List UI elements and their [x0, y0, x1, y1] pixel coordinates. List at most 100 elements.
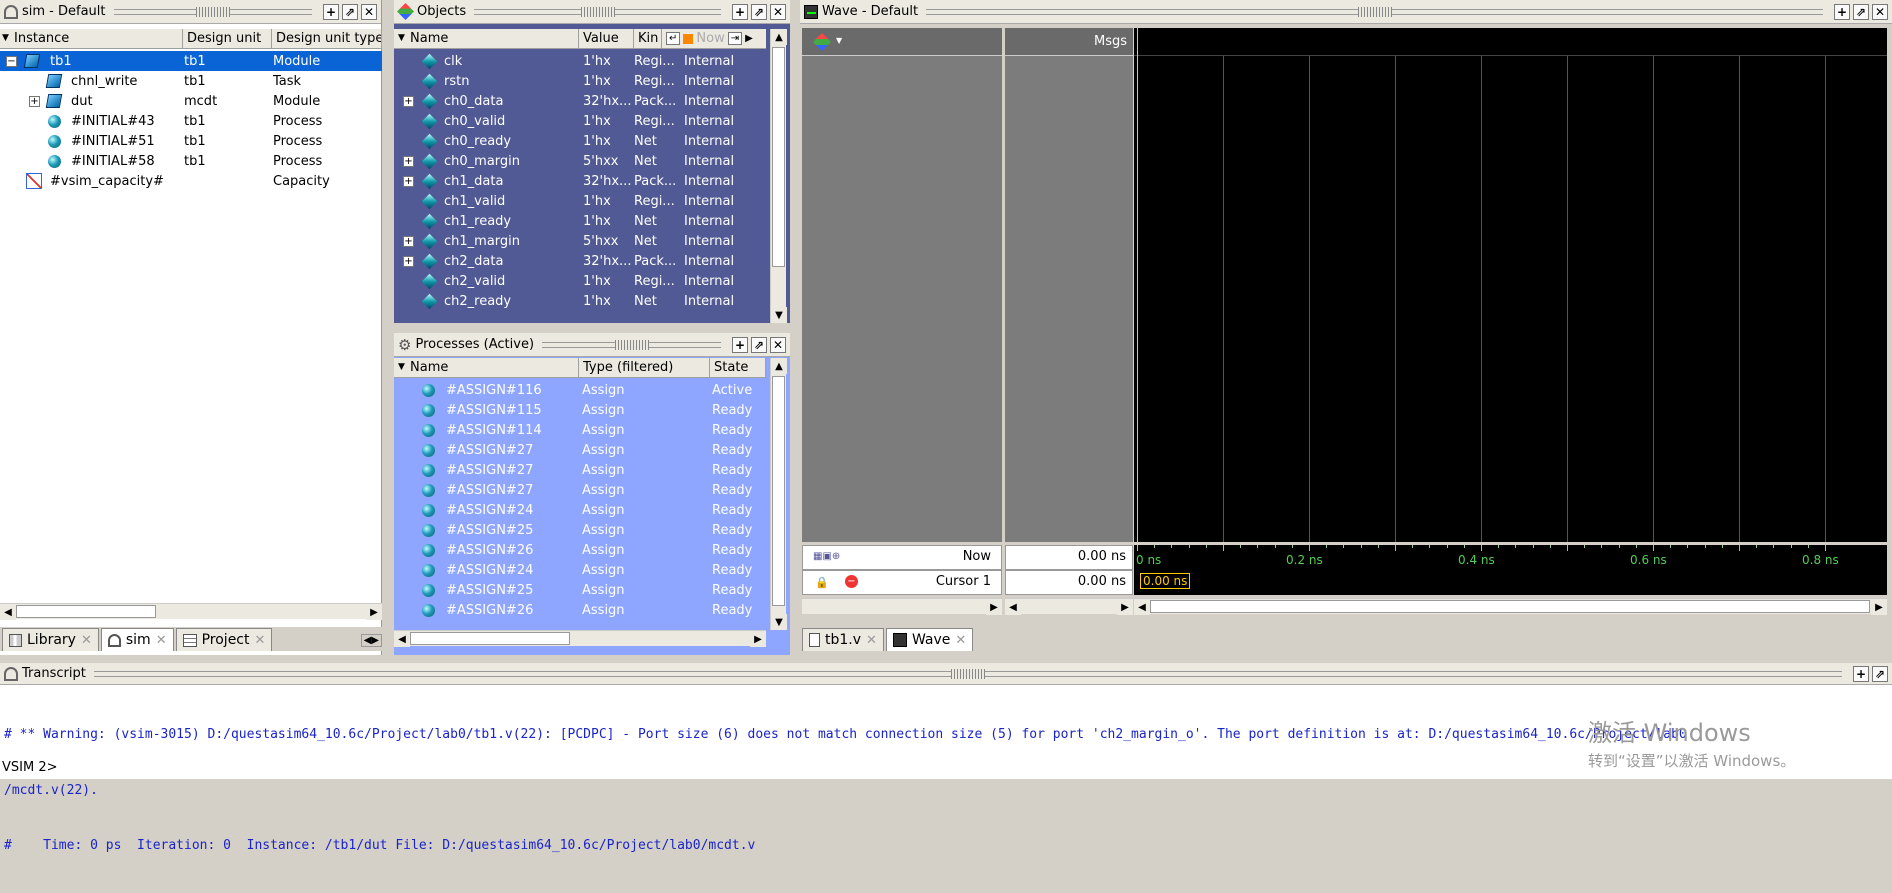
tree-row-initial-58[interactable]: #INITIAL#58 tb1 Process	[0, 151, 382, 171]
drag-grip[interactable]	[474, 6, 721, 17]
col-instance[interactable]: Instance	[0, 29, 183, 48]
undock-icon[interactable]: ⇗	[342, 3, 358, 20]
scroll-left-icon[interactable]: ◀	[0, 604, 16, 620]
drag-grip[interactable]	[542, 339, 721, 350]
process-row[interactable]: #ASSIGN#27 Assign Ready	[394, 460, 766, 480]
scroll-thumb[interactable]	[772, 376, 785, 606]
processes-titlebar[interactable]: ⚙ Processes (Active) + ⇗ ✕	[394, 333, 790, 357]
expand-icon[interactable]: +	[403, 95, 414, 107]
tab-wave[interactable]: Wave ✕	[885, 628, 974, 651]
processes-vscroll[interactable]: ▲ ▼	[770, 358, 787, 630]
goto-icon[interactable]: ⇥	[727, 32, 743, 45]
process-row[interactable]: #ASSIGN#25 Assign Ready	[394, 580, 766, 600]
lock-icon[interactable]: 🔒	[815, 576, 829, 589]
add-icon[interactable]: +	[732, 3, 748, 20]
col-state[interactable]: State	[710, 358, 766, 377]
scroll-down-icon[interactable]: ▼	[771, 614, 787, 630]
more-icon[interactable]: ▶	[745, 33, 753, 44]
drag-grip[interactable]	[93, 668, 1842, 679]
col-design-unit[interactable]: Design unit	[183, 29, 272, 48]
scroll-right-icon[interactable]: ▶	[1871, 599, 1887, 615]
scroll-left-icon[interactable]: ◀	[1134, 599, 1150, 615]
remove-cursor-icon[interactable]: −	[845, 575, 858, 588]
col-name[interactable]: Name	[394, 29, 579, 48]
tab-project[interactable]: Project ✕	[175, 628, 273, 651]
object-row[interactable]: + ch1_margin 5'hxx Net Internal	[394, 231, 766, 251]
step-icon[interactable]: ↵	[666, 32, 681, 45]
col-kind[interactable]: Kin	[634, 29, 662, 48]
scroll-down-icon[interactable]: ▼	[771, 307, 787, 323]
cursor-line[interactable]	[1137, 28, 1138, 542]
scroll-thumb[interactable]	[1150, 600, 1870, 613]
add-icon[interactable]: +	[323, 3, 339, 20]
sim-panel-titlebar[interactable]: sim - Default + ⇗ ✕	[0, 0, 381, 24]
tab-library[interactable]: Library ✕	[2, 628, 99, 651]
expand-icon[interactable]: +	[403, 255, 414, 267]
stop-icon[interactable]	[683, 33, 694, 44]
scroll-left-icon[interactable]: ◀	[394, 631, 410, 647]
process-row[interactable]: #ASSIGN#114 Assign Ready	[394, 420, 766, 440]
close-tab-icon[interactable]: ✕	[255, 633, 266, 648]
object-row[interactable]: rstn 1'hx Regi... Internal	[394, 71, 766, 91]
objects-vscroll[interactable]: ▲ ▼	[770, 29, 787, 323]
object-row[interactable]: ch1_ready 1'hx Net Internal	[394, 211, 766, 231]
close-icon[interactable]: ✕	[1872, 3, 1888, 20]
signal-value-pane[interactable]: Msgs	[1005, 28, 1133, 542]
expand-icon[interactable]: +	[403, 235, 414, 247]
expand-icon[interactable]: +	[403, 155, 414, 167]
close-icon[interactable]: ✕	[361, 3, 377, 20]
scroll-right-icon[interactable]: ▶	[986, 599, 1002, 615]
col-value[interactable]: Value	[579, 29, 634, 48]
drag-grip[interactable]	[113, 6, 312, 17]
processes-hscroll[interactable]: ◀ ▶	[394, 630, 766, 647]
process-row[interactable]: #ASSIGN#26 Assign Ready	[394, 540, 766, 560]
scroll-right-icon[interactable]: ▶	[366, 604, 382, 620]
scroll-right-icon[interactable]: ▶	[1117, 599, 1133, 615]
close-tab-icon[interactable]: ✕	[955, 633, 966, 648]
process-row[interactable]: #ASSIGN#116 Assign Active	[394, 380, 766, 400]
undock-icon[interactable]: ⇗	[1853, 3, 1869, 20]
process-row[interactable]: #ASSIGN#24 Assign Ready	[394, 500, 766, 520]
scroll-thumb[interactable]	[772, 47, 785, 267]
expand-icon[interactable]: +	[29, 95, 40, 107]
signal-name-pane[interactable]: ▼	[802, 28, 1002, 542]
objects-icon[interactable]	[812, 32, 832, 52]
close-tab-icon[interactable]: ✕	[156, 633, 167, 648]
close-tab-icon[interactable]: ✕	[866, 633, 877, 648]
object-row[interactable]: ch1_valid 1'hx Regi... Internal	[394, 191, 766, 211]
object-row[interactable]: + ch2_data 32'hx... Pack... Internal	[394, 251, 766, 271]
object-row[interactable]: + ch0_data 32'hx... Pack... Internal	[394, 91, 766, 111]
tree-row-initial-51[interactable]: #INITIAL#51 tb1 Process	[0, 131, 382, 151]
undock-icon[interactable]: ⇗	[751, 3, 767, 20]
drag-grip[interactable]	[926, 6, 1823, 17]
scroll-thumb[interactable]	[16, 605, 156, 618]
add-icon[interactable]: +	[732, 336, 748, 353]
object-row[interactable]: ch0_ready 1'hx Net Internal	[394, 131, 766, 151]
close-icon[interactable]: ✕	[770, 3, 786, 20]
object-row[interactable]: ch2_ready 1'hx Net Internal	[394, 291, 766, 311]
waveform-pane[interactable]	[1134, 28, 1887, 542]
process-row[interactable]: #ASSIGN#115 Assign Ready	[394, 400, 766, 420]
process-row[interactable]: #ASSIGN#27 Assign Ready	[394, 440, 766, 460]
close-icon[interactable]: ✕	[770, 336, 786, 353]
object-row[interactable]: ch2_valid 1'hx Regi... Internal	[394, 271, 766, 291]
chevron-down-icon[interactable]: ▼	[836, 36, 842, 45]
transcript-titlebar[interactable]: Transcript + ⇗	[0, 663, 1892, 685]
process-row[interactable]: #ASSIGN#24 Assign Ready	[394, 560, 766, 580]
tree-row-chnl-write[interactable]: chnl_write tb1 Task	[0, 71, 382, 91]
undock-icon[interactable]: ⇗	[751, 336, 767, 353]
objects-titlebar[interactable]: Objects + ⇗ ✕	[394, 0, 790, 24]
scroll-left-icon[interactable]: ◀	[1005, 599, 1021, 615]
object-row[interactable]: clk 1'hx Regi... Internal	[394, 51, 766, 71]
undock-icon[interactable]: ⇗	[1872, 665, 1888, 682]
scroll-right-icon[interactable]: ▶	[750, 631, 766, 647]
collapse-icon[interactable]: −	[6, 55, 17, 67]
process-row[interactable]: #ASSIGN#26 Assign Ready	[394, 600, 766, 620]
expand-icon[interactable]: +	[403, 175, 414, 187]
toolbar-icons[interactable]: ▦▣⊕	[813, 551, 840, 562]
process-row[interactable]: #ASSIGN#27 Assign Ready	[394, 480, 766, 500]
col-name[interactable]: Name	[394, 358, 579, 377]
object-row[interactable]: + ch0_margin 5'hxx Net Internal	[394, 151, 766, 171]
col-type[interactable]: Type (filtered)	[579, 358, 710, 377]
tree-row-dut[interactable]: + dut mcdt Module	[0, 91, 382, 111]
